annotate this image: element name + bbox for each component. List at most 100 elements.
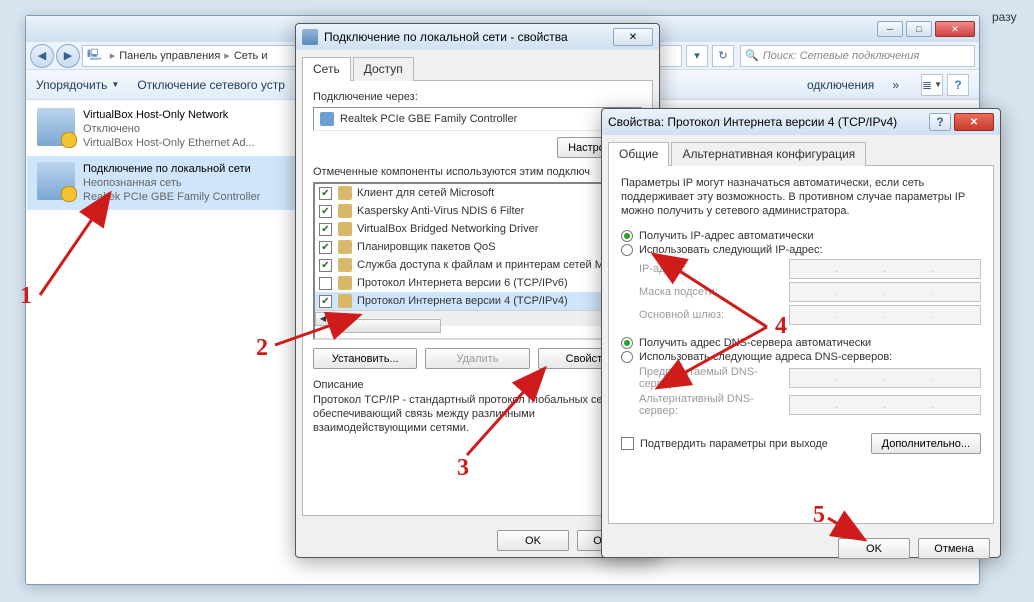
gateway-input[interactable]: ... bbox=[789, 305, 981, 325]
help-button[interactable]: ? bbox=[929, 113, 951, 131]
dns1-field-row: Предпочитаемый DNS-сервер:... bbox=[639, 366, 981, 390]
uninstall-button[interactable]: Удалить bbox=[425, 348, 529, 369]
components-list[interactable]: ✔Клиент для сетей Microsoft ✔Kaspersky A… bbox=[313, 182, 642, 340]
radio-icon bbox=[621, 244, 633, 256]
install-button[interactable]: Установить... bbox=[313, 348, 417, 369]
component-icon bbox=[338, 186, 352, 200]
advanced-button[interactable]: Дополнительно... bbox=[871, 433, 981, 454]
tabstrip: Сеть Доступ bbox=[302, 56, 653, 81]
component-item[interactable]: Протокол Интернета версии 6 (TCP/IPv6) bbox=[315, 274, 640, 292]
radio-dns-manual[interactable]: Использовать следующие адреса DNS-сервер… bbox=[621, 351, 981, 363]
ok-button[interactable]: OK bbox=[497, 530, 569, 551]
scroll-thumb[interactable] bbox=[331, 319, 441, 333]
component-item[interactable]: ✔Kaspersky Anti-Virus NDIS 6 Filter bbox=[315, 202, 640, 220]
component-item[interactable]: ✔Служба доступа к файлам и принтерам сет… bbox=[315, 256, 640, 274]
dialog-titlebar: Подключение по локальной сети - свойства… bbox=[296, 24, 659, 50]
tab-alternate[interactable]: Альтернативная конфигурация bbox=[671, 142, 866, 166]
component-item[interactable]: ✔Планировщик пакетов QoS bbox=[315, 238, 640, 256]
component-item-tcpipv4[interactable]: ✔Протокол Интернета версии 4 (TCP/IPv4) bbox=[315, 292, 640, 310]
radio-icon bbox=[621, 230, 633, 242]
cancel-button[interactable]: Отмена bbox=[918, 538, 990, 559]
forward-button[interactable]: ▶ bbox=[56, 44, 80, 68]
component-item[interactable]: ✔Клиент для сетей Microsoft bbox=[315, 184, 640, 202]
dialog-title: Свойства: Протокол Интернета версии 4 (T… bbox=[608, 115, 897, 129]
connection-status: Отключено bbox=[83, 122, 255, 136]
network-adapter-icon bbox=[37, 108, 75, 146]
intro-text: Параметры IP могут назначаться автоматич… bbox=[621, 176, 981, 218]
chevron-down-icon: ▼ bbox=[111, 80, 119, 89]
checkbox[interactable]: ✔ bbox=[319, 187, 332, 200]
tab-access[interactable]: Доступ bbox=[353, 57, 414, 81]
dns2-field-row: Альтернативный DNS-сервер:... bbox=[639, 393, 981, 417]
ip-input[interactable]: ... bbox=[789, 259, 981, 279]
step-number-1: 1 bbox=[20, 283, 32, 310]
refresh-button[interactable]: ↻ bbox=[712, 45, 734, 67]
ip-field-row: IP-адрес:... bbox=[639, 259, 981, 279]
toolbar-overflow[interactable]: » bbox=[892, 78, 899, 92]
gateway-label: Основной шлюз: bbox=[639, 309, 789, 321]
checkbox[interactable]: ✔ bbox=[319, 295, 332, 308]
dns1-input[interactable]: ... bbox=[789, 368, 981, 388]
organize-button[interactable]: Упорядочить▼ bbox=[36, 78, 119, 92]
component-icon bbox=[338, 240, 352, 254]
components-label: Отмеченные компоненты используются этим … bbox=[313, 166, 642, 178]
bg-text: разу bbox=[992, 10, 1017, 24]
radio-icon bbox=[621, 337, 633, 349]
close-button[interactable]: ✕ bbox=[935, 21, 975, 37]
tab-general[interactable]: Общие bbox=[608, 142, 669, 166]
tab-network[interactable]: Сеть bbox=[302, 57, 351, 81]
checkbox[interactable]: ✔ bbox=[319, 259, 332, 272]
mask-field-row: Маска подсети:... bbox=[639, 282, 981, 302]
dialog-titlebar: Свойства: Протокол Интернета версии 4 (T… bbox=[602, 109, 1000, 135]
close-button[interactable]: ✕ bbox=[954, 113, 994, 131]
radio-ip-manual[interactable]: Использовать следующий IP-адрес: bbox=[621, 244, 981, 256]
minimize-button[interactable]: ─ bbox=[877, 21, 903, 37]
radio-ip-auto[interactable]: Получить IP-адрес автоматически bbox=[621, 230, 981, 242]
network-icon bbox=[302, 29, 318, 45]
history-dropdown[interactable]: ▾ bbox=[686, 45, 708, 67]
component-icon bbox=[338, 276, 352, 290]
tcpip-properties-dialog: Свойства: Протокол Интернета версии 4 (T… bbox=[601, 108, 1001, 558]
checkbox[interactable]: ✔ bbox=[319, 223, 332, 236]
radio-dns-auto[interactable]: Получить адрес DNS-сервера автоматически bbox=[621, 337, 981, 349]
scroll-left-icon[interactable]: ◀ bbox=[315, 312, 331, 326]
crumb-sub[interactable]: Сеть и bbox=[234, 50, 268, 62]
dns1-label: Предпочитаемый DNS-сервер: bbox=[639, 366, 789, 390]
connection-name: VirtualBox Host-Only Network bbox=[83, 108, 255, 122]
help-button[interactable]: ? bbox=[947, 74, 969, 96]
component-icon bbox=[338, 222, 352, 236]
mask-label: Маска подсети: bbox=[639, 286, 789, 298]
checkbox[interactable]: ✔ bbox=[319, 205, 332, 218]
maximize-button[interactable]: □ bbox=[906, 21, 932, 37]
search-input[interactable]: 🔍 Поиск: Сетевые подключения bbox=[740, 45, 975, 67]
horizontal-scrollbar[interactable]: ◀ ▶ bbox=[315, 310, 640, 326]
view-button[interactable]: ≣▼ bbox=[921, 74, 943, 96]
disable-device-button[interactable]: Отключение сетевого устр bbox=[137, 78, 285, 92]
gateway-field-row: Основной шлюз:... bbox=[639, 305, 981, 325]
network-adapter-icon bbox=[37, 162, 75, 200]
tabstrip: Общие Альтернативная конфигурация bbox=[608, 141, 994, 166]
component-item[interactable]: ✔VirtualBox Bridged Networking Driver bbox=[315, 220, 640, 238]
adapter-field: Realtek PCIe GBE Family Controller bbox=[313, 107, 642, 131]
step-number-4: 4 bbox=[775, 313, 787, 340]
checkbox[interactable]: ✔ bbox=[319, 241, 332, 254]
checkbox[interactable] bbox=[319, 277, 332, 290]
back-button[interactable]: ◀ bbox=[30, 44, 54, 68]
connect-via-label: Подключение через: bbox=[313, 91, 642, 103]
close-button[interactable]: ✕ bbox=[613, 28, 653, 46]
component-icon bbox=[338, 258, 352, 272]
dns2-input[interactable]: ... bbox=[789, 395, 981, 415]
ok-button[interactable]: OK bbox=[838, 538, 910, 559]
adapter-icon bbox=[320, 112, 334, 126]
connection-adapter: VirtualBox Host-Only Ethernet Ad... bbox=[83, 136, 255, 150]
crumb-root[interactable]: Панель управления bbox=[119, 50, 220, 62]
mask-input[interactable]: ... bbox=[789, 282, 981, 302]
connection-name: Подключение по локальной сети bbox=[83, 162, 260, 176]
tab-general-pane: Параметры IP могут назначаться автоматич… bbox=[608, 166, 994, 524]
ip-label: IP-адрес: bbox=[639, 263, 789, 275]
connection-status: Неопознанная сеть bbox=[83, 176, 260, 190]
crumb-sep-icon: ▸ bbox=[110, 49, 116, 62]
diagnose-button[interactable]: одключения bbox=[807, 78, 874, 92]
validate-checkbox[interactable]: Подтвердить параметры при выходе bbox=[621, 437, 828, 450]
step-number-2: 2 bbox=[256, 335, 268, 362]
